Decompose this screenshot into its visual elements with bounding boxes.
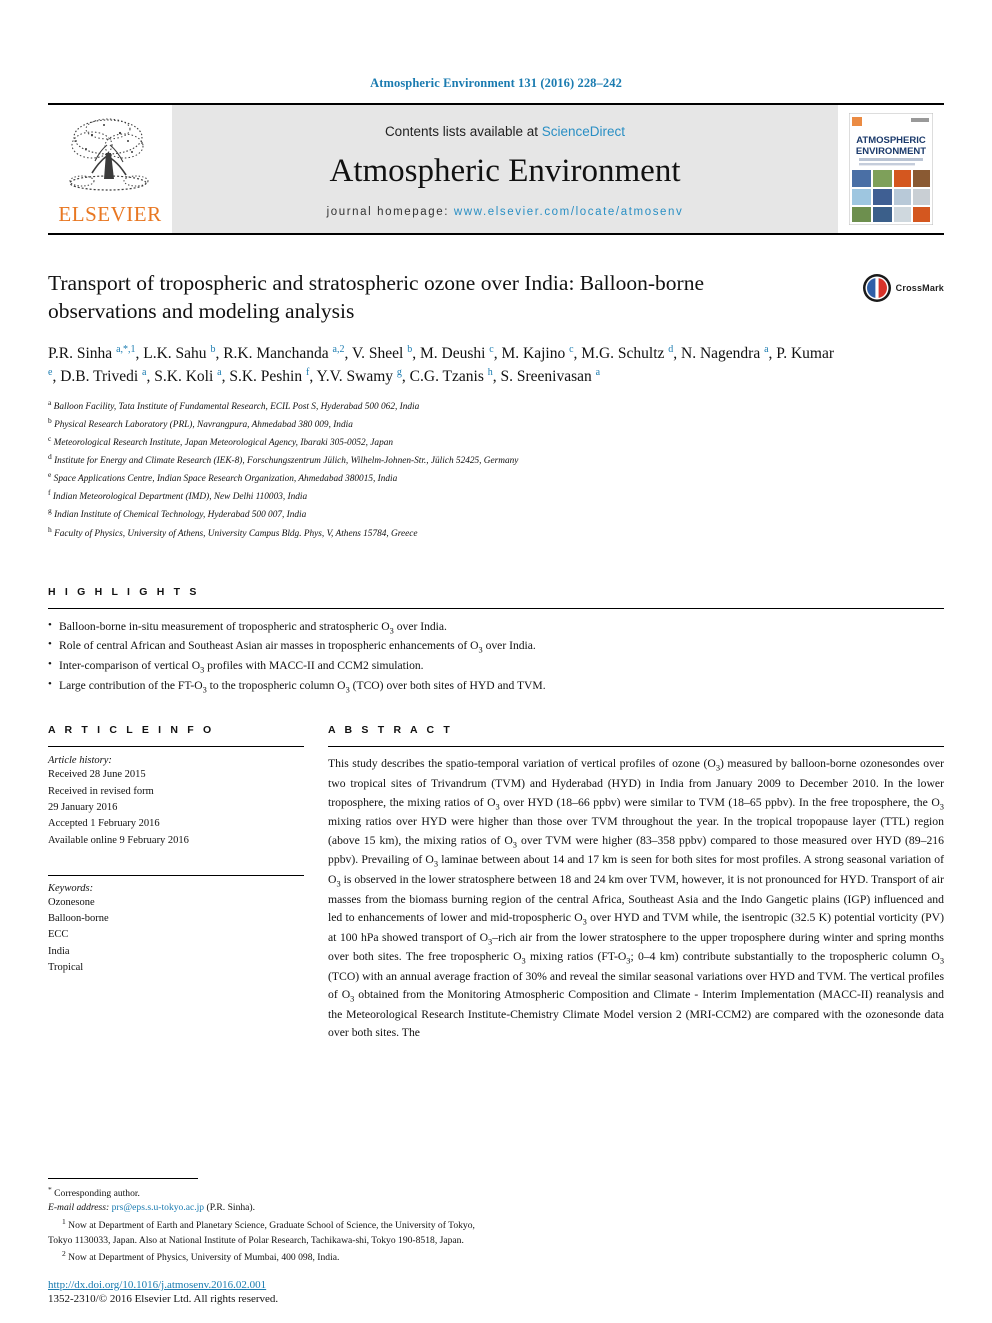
footnote-block: * Corresponding author. E-mail address: … [48, 1177, 478, 1266]
elsevier-wordmark: ELSEVIER [58, 202, 162, 226]
copyright-line: 1352-2310/© 2016 Elsevier Ltd. All right… [48, 1293, 279, 1305]
journal-homepage-line: journal homepage: www.elsevier.com/locat… [327, 206, 684, 218]
elsevier-logo: ELSEVIER [48, 105, 172, 233]
affiliation-marker: e [48, 470, 52, 480]
keywords-label: Keywords: [48, 882, 94, 894]
affiliation-list: a Balloon Facility, Tata Institute of Fu… [48, 397, 944, 542]
affiliation-marker: g [48, 506, 52, 516]
affiliation-text: Indian Institute of Chemical Technology,… [54, 510, 307, 521]
affiliation-text: Faculty of Physics, University of Athens… [54, 528, 418, 539]
keyword-item: India [48, 945, 70, 957]
journal-cover-image: ATMOSPHERIC ENVIRONMENT [849, 113, 933, 225]
keyword-item: ECC [48, 929, 69, 941]
article-history-label: Article history: [48, 755, 112, 767]
affiliation-text: Institute for Energy and Climate Researc… [54, 456, 519, 467]
svg-text:ATMOSPHERIC: ATMOSPHERIC [856, 135, 926, 146]
affiliation-marker: a [48, 397, 52, 407]
abstract-heading: A B S T R A C T [328, 724, 453, 737]
journal-title: Atmospheric Environment [329, 153, 681, 189]
keywords-divider [48, 874, 304, 876]
highlight-item: Inter-comparison of vertical O3 profiles… [48, 656, 944, 677]
affiliation-marker: c [48, 433, 52, 443]
email-link[interactable]: prs@eps.s.u-tokyo.ac.jp [112, 1202, 205, 1213]
corresponding-marker: * [48, 1184, 52, 1194]
email-suffix: (P.R. Sinha). [206, 1202, 256, 1214]
affiliation-text: Meteorological Research Institute, Japan… [53, 437, 394, 448]
doi-link[interactable]: http://dx.doi.org/10.1016/j.atmosenv.201… [48, 1279, 548, 1291]
running-head: Atmospheric Environment 131 (2016) 228–2… [370, 76, 622, 90]
article-history-line: 29 January 2016 [48, 801, 118, 813]
affiliation-marker: d [48, 451, 52, 461]
crossmark-icon [862, 274, 891, 302]
footnote-1: 1 Now at Department of Earth and Planeta… [48, 1216, 478, 1248]
footnote-divider [48, 1177, 198, 1179]
journal-homepage-link[interactable]: www.elsevier.com/locate/atmosenv [454, 206, 684, 218]
homepage-prefix: journal homepage: [326, 206, 454, 218]
publication-block: http://dx.doi.org/10.1016/j.atmosenv.201… [48, 1279, 548, 1305]
journal-masthead: ELSEVIER Contents lists available at Sci… [48, 103, 944, 235]
highlights-list: Balloon-borne in-situ measurement of tro… [48, 617, 944, 697]
affiliation-text: Balloon Facility, Tata Institute of Fund… [53, 401, 420, 412]
affiliation-marker: f [48, 488, 51, 498]
author-list: P.R. Sinha a,*,1, L.K. Sahu b, R.K. Manc… [48, 343, 834, 386]
footnote-1-text: Now at Department of Earth and Planetary… [48, 1220, 475, 1246]
masthead-center: Contents lists available at ScienceDirec… [172, 105, 838, 233]
affiliation-item: b Physical Research Laboratory (PRL), Na… [48, 415, 944, 433]
affiliation-text: Indian Meteorological Department (IMD), … [52, 492, 308, 503]
keyword-item: Balloon-borne [48, 913, 109, 925]
journal-article-first-page: Atmospheric Environment 131 (2016) 228–2… [0, 0, 992, 1323]
contents-prefix: Contents lists available at [384, 124, 542, 139]
crossmark-badge[interactable]: CrossMark [862, 273, 944, 303]
contents-list-line: Contents lists available at ScienceDirec… [385, 124, 625, 139]
highlight-item: Large contribution of the FT-O3 to the t… [48, 676, 944, 697]
title-block: Transport of tropospheric and stratosphe… [48, 269, 944, 326]
affiliation-item: f Indian Meteorological Department (IMD)… [48, 487, 944, 505]
affiliation-item: d Institute for Energy and Climate Resea… [48, 451, 944, 469]
highlight-item: Balloon-borne in-situ measurement of tro… [48, 617, 944, 638]
keywords-block: Keywords: Ozonesone Balloon-borne ECC In… [48, 874, 304, 976]
journal-cover-thumbnail: ATMOSPHERIC ENVIRONMENT [838, 105, 944, 233]
abstract-divider [328, 746, 944, 748]
affiliation-item: a Balloon Facility, Tata Institute of Fu… [48, 397, 944, 415]
affiliation-text: Space Applications Centre, Indian Space … [53, 474, 398, 485]
article-history-line: Accepted 1 February 2016 [48, 818, 160, 830]
affiliation-item: e Space Applications Centre, Indian Spac… [48, 469, 944, 487]
footnote-2-text: Now at Department of Physics, University… [68, 1252, 340, 1264]
corresponding-text: Corresponding author. [54, 1187, 140, 1199]
highlight-item: Role of central African and Southeast As… [48, 636, 944, 657]
article-info-heading: A R T I C L E I N F O [48, 724, 215, 737]
article-history-line: Received 28 June 2015 [48, 769, 146, 781]
footnote-1-marker: 1 [62, 1216, 66, 1226]
keyword-item: Tropical [48, 961, 84, 973]
paper-title: Transport of tropospheric and stratosphe… [48, 271, 704, 324]
elsevier-tree-icon [69, 118, 149, 191]
corresponding-author-note: * Corresponding author. [48, 1184, 478, 1202]
sciencedirect-link[interactable]: ScienceDirect [542, 124, 625, 139]
email-note: E-mail address: prs@eps.s.u-tokyo.ac.jp … [48, 1201, 478, 1216]
highlights-heading: H I G H L I G H T S [48, 585, 200, 598]
affiliation-item: c Meteorological Research Institute, Jap… [48, 433, 944, 451]
abstract-body: This study describes the spatio-temporal… [328, 757, 945, 1040]
affiliation-marker: b [48, 415, 52, 425]
article-history-line: Available online 9 February 2016 [48, 834, 189, 846]
highlights-section: H I G H L I G H T S Balloon-borne in-sit… [48, 586, 944, 697]
affiliation-text: Physical Research Laboratory (PRL), Navr… [54, 419, 353, 430]
article-info-divider [48, 746, 304, 748]
keyword-item: Ozonesone [48, 896, 95, 908]
affiliation-item: g Indian Institute of Chemical Technolog… [48, 505, 944, 523]
footnote-2-marker: 2 [62, 1249, 66, 1259]
svg-text:ENVIRONMENT: ENVIRONMENT [856, 146, 926, 157]
abstract-section: A B S T R A C T This study describes the… [328, 724, 944, 1043]
article-info-section: A R T I C L E I N F O Article history: R… [48, 724, 304, 1043]
affiliation-item: h Faculty of Physics, University of Athe… [48, 524, 944, 542]
footnote-2: 2 Now at Department of Physics, Universi… [48, 1248, 478, 1266]
article-history-line: Received in revised form [48, 785, 154, 797]
highlights-divider [48, 607, 944, 609]
info-abstract-columns: A R T I C L E I N F O Article history: R… [48, 724, 944, 1043]
affiliation-marker: h [48, 524, 52, 534]
crossmark-label: CrossMark [895, 283, 944, 293]
email-label: E-mail address: [48, 1202, 110, 1214]
